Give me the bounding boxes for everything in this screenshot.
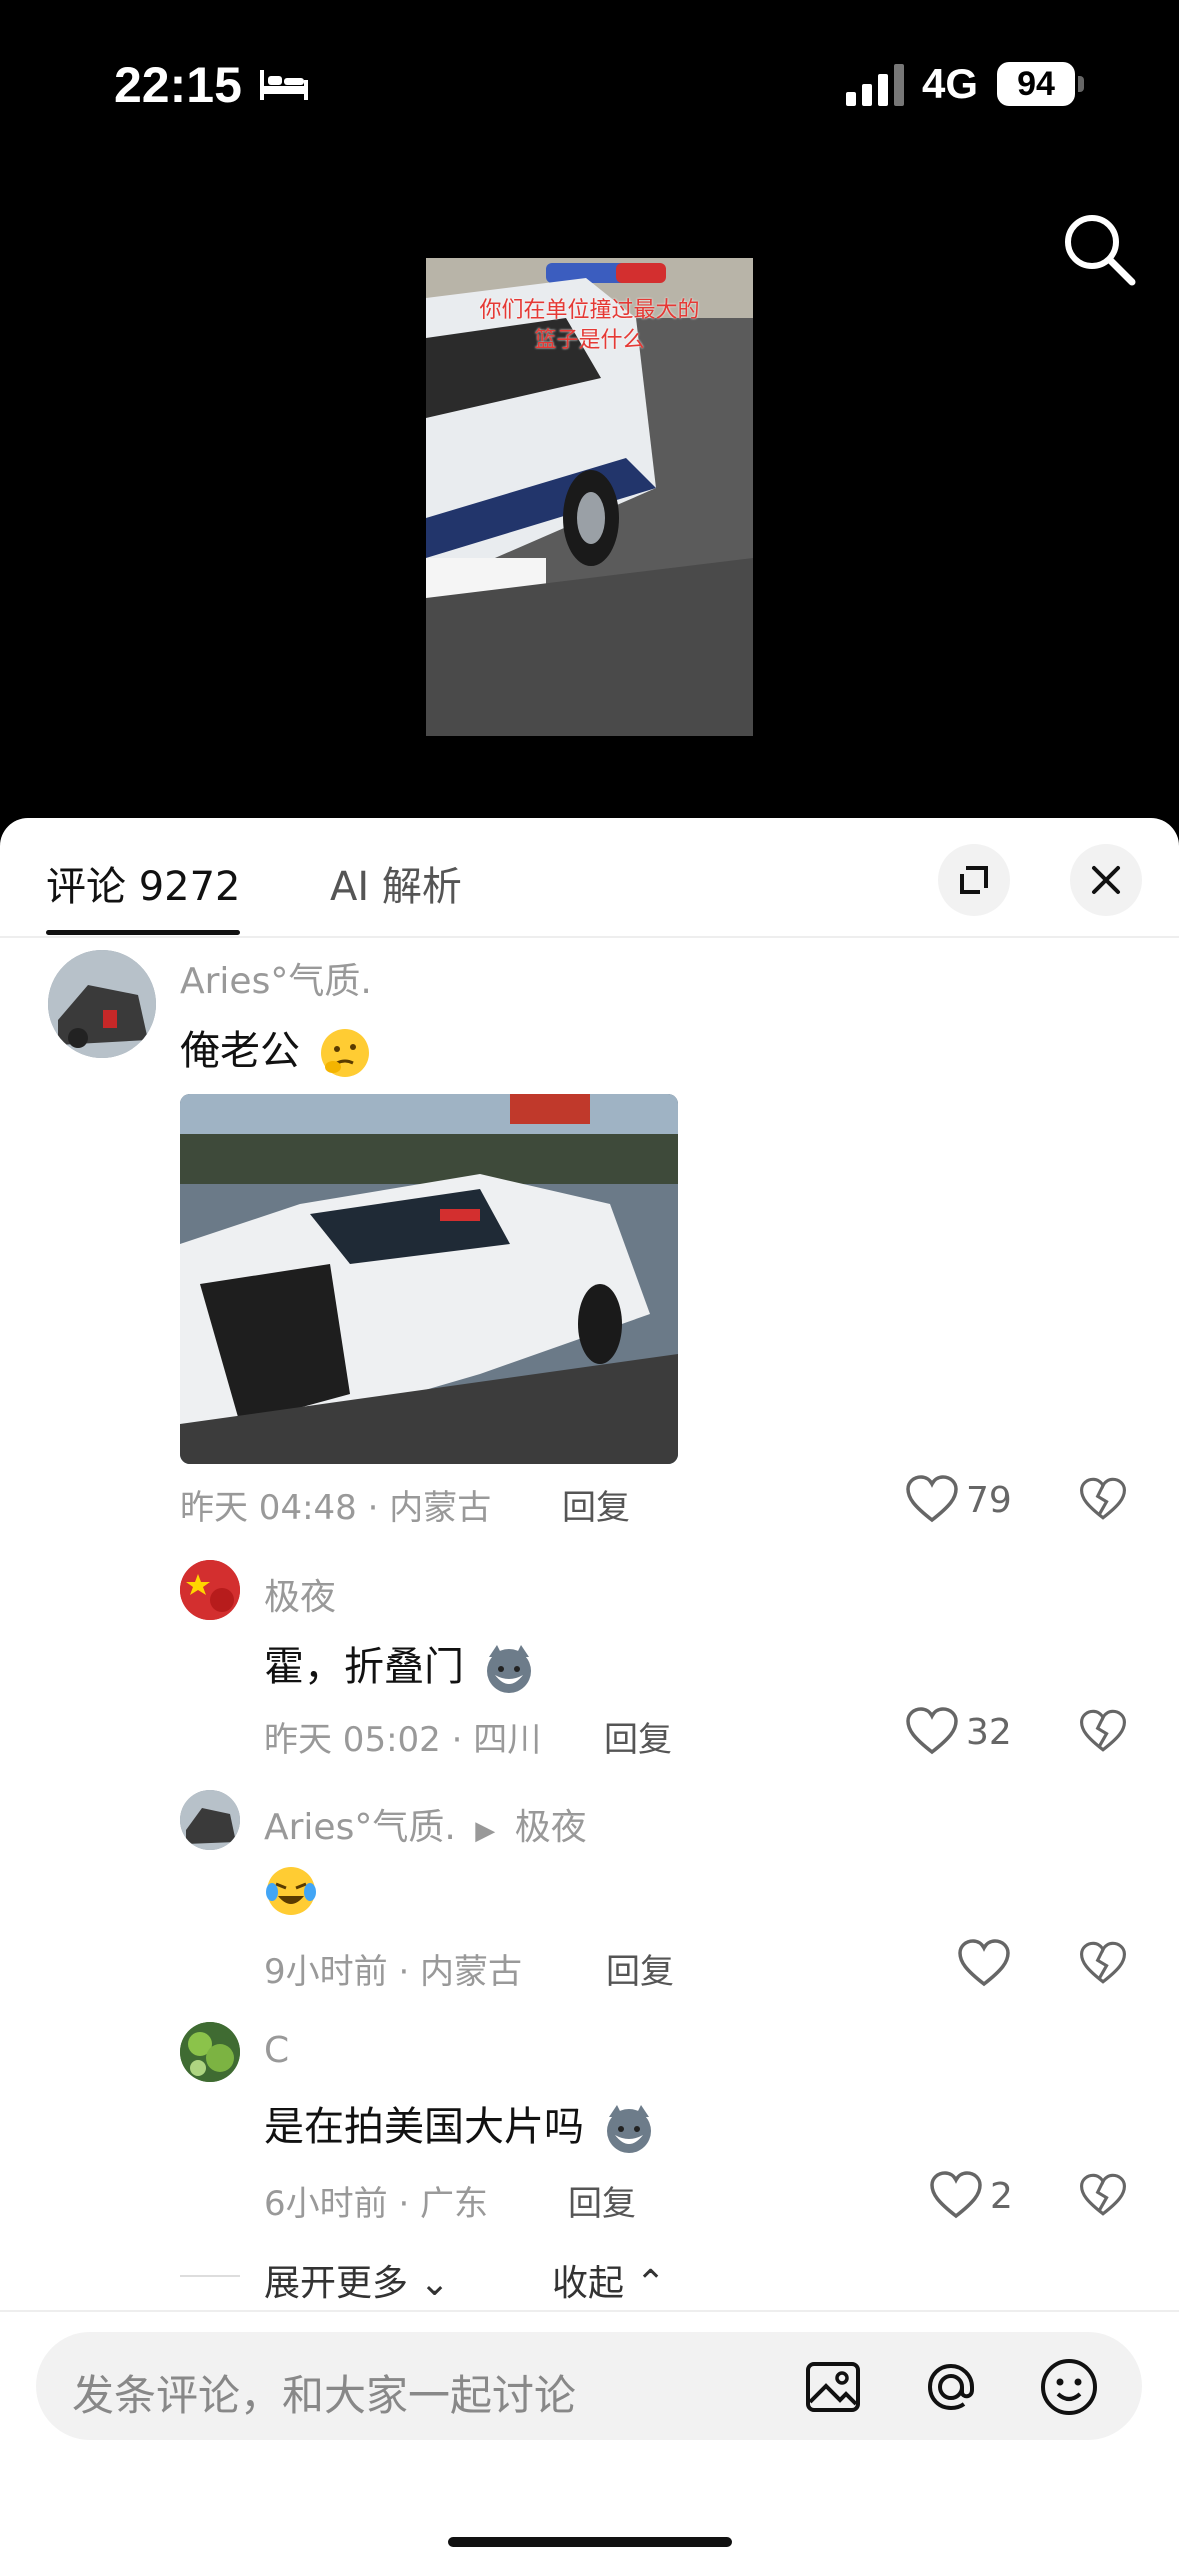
collapse-button[interactable]: 收起 ⌃ <box>552 2254 666 2306</box>
like-count: 32 <box>966 1712 1012 1753</box>
avatar[interactable] <box>180 2022 240 2082</box>
like-icon[interactable] <box>956 1938 1012 1988</box>
panel-tabs: 评论 9272 AI 解析 <box>0 818 1179 938</box>
avatar[interactable] <box>180 1790 240 1850</box>
video-player[interactable]: 你们在单位撞过最大的 篮子是什么 <box>426 258 753 736</box>
home-indicator <box>448 2537 732 2547</box>
like-icon[interactable] <box>928 2170 984 2220</box>
reply-arrow-icon: ▶ <box>475 1816 496 1846</box>
expand-icon <box>960 866 988 894</box>
emoji-icon[interactable] <box>1036 2354 1102 2420</box>
mention-icon[interactable] <box>918 2354 984 2420</box>
reply-time-location: 9小时前 · 内蒙古 <box>264 1952 523 1992</box>
bed-icon <box>260 70 308 100</box>
avatar[interactable] <box>180 1560 240 1620</box>
thread-divider <box>180 2275 240 2277</box>
like-count: 2 <box>990 2176 1013 2217</box>
tab-active-indicator <box>46 930 240 935</box>
like-icon[interactable] <box>904 1706 960 1756</box>
husky-emoji-icon <box>606 2105 651 2153</box>
reply-button[interactable]: 回复 <box>604 1712 672 1761</box>
reply-username-line: Aries°气质. ▶ 极夜 <box>264 1798 587 1850</box>
reply-button[interactable]: 回复 <box>562 1480 630 1529</box>
crying-laughing-emoji-icon <box>266 1867 316 1915</box>
reply-username[interactable]: C <box>264 2030 289 2071</box>
reply-time-location: 6小时前 · 广东 <box>264 2184 489 2224</box>
status-time: 22:15 <box>114 57 242 113</box>
image-icon[interactable] <box>800 2354 866 2420</box>
expand-button[interactable] <box>938 844 1010 916</box>
signal-icon <box>846 64 904 106</box>
reply-text: 是在拍美国大片吗 <box>264 2094 655 2155</box>
expand-more-button[interactable]: 展开更多 ⌄ <box>264 2254 450 2306</box>
like-count: 79 <box>966 1480 1012 1521</box>
chevron-up-icon: ⌃ <box>635 2263 666 2304</box>
dislike-icon[interactable] <box>1078 2170 1128 2220</box>
comment-text: 俺老公 <box>180 1018 371 1079</box>
thinking-emoji-icon <box>320 1029 369 1077</box>
comment-input[interactable]: 发条评论，和大家一起讨论 <box>36 2332 1142 2440</box>
reply-username[interactable]: 极夜 <box>264 1568 336 1620</box>
dislike-icon[interactable] <box>1078 1938 1128 1988</box>
comment-time-location: 昨天 04:48 · 内蒙古 <box>180 1488 492 1528</box>
husky-emoji-icon <box>486 1645 531 1693</box>
dislike-icon[interactable] <box>1078 1706 1128 1756</box>
battery-cap <box>1078 76 1084 92</box>
avatar[interactable] <box>48 950 156 1058</box>
close-icon <box>1092 866 1120 894</box>
network-type: 4G <box>922 60 979 107</box>
battery-level: 94 <box>997 62 1075 106</box>
reply-text: 霍，折叠门 <box>264 1634 535 1695</box>
video-caption: 你们在单位撞过最大的 篮子是什么 <box>479 298 700 353</box>
status-bar: 22:15 4G 94 <box>0 0 1179 170</box>
comment-image[interactable] <box>180 1094 678 1464</box>
reply-button[interactable]: 回复 <box>606 1944 674 1993</box>
reply-time-location: 昨天 05:02 · 四川 <box>264 1720 542 1760</box>
like-icon[interactable] <box>904 1474 960 1524</box>
search-icon[interactable] <box>1058 208 1138 288</box>
reply-to-username[interactable]: 极夜 <box>515 1807 587 1848</box>
tab-comments[interactable]: 评论 9272 <box>46 854 241 912</box>
dislike-icon[interactable] <box>1078 1474 1128 1524</box>
reply-button[interactable]: 回复 <box>568 2176 636 2225</box>
reply-username[interactable]: Aries°气质. <box>264 1807 456 1848</box>
close-button[interactable] <box>1070 844 1142 916</box>
comment-input-bar: 发条评论，和大家一起讨论 <box>0 2310 1179 2558</box>
tab-ai-analysis[interactable]: AI 解析 <box>330 854 462 912</box>
reply-text <box>264 1864 318 1918</box>
chevron-down-icon: ⌄ <box>419 2263 450 2304</box>
comment-input-placeholder: 发条评论，和大家一起讨论 <box>72 2371 577 2420</box>
comment-username[interactable]: Aries°气质. <box>180 952 372 1004</box>
